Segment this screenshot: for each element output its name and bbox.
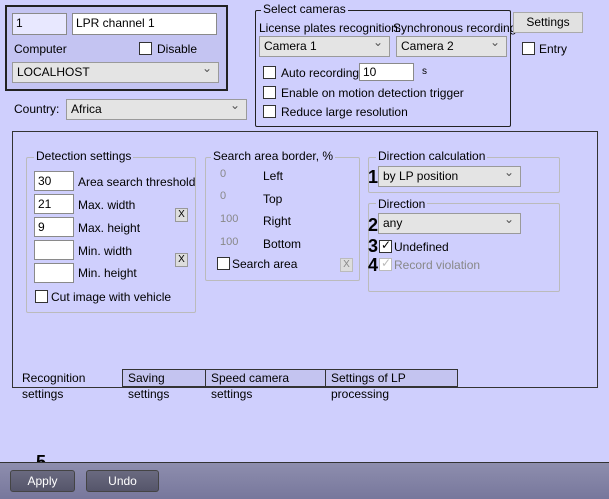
sync-camera-dropdown[interactable]: Camera 2 bbox=[396, 35, 507, 57]
select-cameras-legend: Select cameras bbox=[261, 2, 348, 16]
undo-button[interactable]: Undo bbox=[86, 470, 159, 492]
right-label: Right bbox=[263, 214, 292, 228]
min-width-input[interactable] bbox=[34, 240, 74, 260]
search-area-checkbox[interactable] bbox=[217, 257, 230, 270]
motion-trigger-checkbox[interactable] bbox=[263, 86, 276, 99]
record-violation-label: Record violation bbox=[394, 258, 481, 272]
max-width-input[interactable]: 21 bbox=[34, 194, 74, 214]
marker-2: 2 bbox=[368, 215, 379, 235]
left-value: 0 bbox=[220, 168, 227, 180]
max-width-label: Max. width bbox=[78, 198, 136, 212]
auto-recording-checkbox[interactable] bbox=[263, 66, 276, 79]
computer-label: Computer bbox=[14, 42, 67, 56]
area-threshold-label: Area search threshold bbox=[78, 175, 196, 189]
lpr-camera-dropdown[interactable]: Camera 1 bbox=[259, 35, 390, 57]
tab-lp-processing-settings[interactable]: Settings of LP processing bbox=[325, 369, 458, 401]
top-value: 0 bbox=[220, 190, 227, 202]
direction-calc-title: Direction calculation bbox=[376, 149, 488, 163]
direction-title: Direction bbox=[376, 197, 428, 211]
channel-name-input[interactable]: LPR channel 1 bbox=[72, 13, 217, 35]
auto-recording-label: Auto recording bbox=[281, 66, 360, 80]
bottom-value: 100 bbox=[220, 236, 239, 248]
marker-1: 1 bbox=[368, 167, 379, 187]
undefined-label: Undefined bbox=[394, 240, 449, 254]
tab-speed-camera-settings[interactable]: Speed camera settings bbox=[205, 369, 326, 401]
disable-label: Disable bbox=[157, 42, 198, 56]
clear-max-size-button[interactable]: X bbox=[175, 208, 188, 222]
tab-saving-settings[interactable]: Saving settings bbox=[122, 369, 206, 401]
right-value: 100 bbox=[220, 213, 239, 225]
area-threshold-input[interactable]: 30 bbox=[34, 171, 74, 191]
tab-recognition-settings[interactable]: Recognition settings bbox=[17, 369, 122, 401]
auto-recording-input[interactable]: 10 bbox=[359, 63, 414, 81]
left-label: Left bbox=[263, 169, 284, 183]
cut-image-checkbox[interactable] bbox=[35, 290, 48, 303]
direction-dropdown[interactable]: any bbox=[378, 212, 521, 234]
min-height-label: Min. height bbox=[78, 266, 137, 280]
country-label: Country: bbox=[14, 102, 60, 116]
lpr-label: License plates recognition: bbox=[259, 21, 402, 35]
marker-3: 3 bbox=[368, 236, 379, 256]
reduce-resolution-checkbox[interactable] bbox=[263, 105, 276, 118]
computer-dropdown[interactable]: LOCALHOST bbox=[12, 61, 219, 83]
bottom-label: Bottom bbox=[263, 237, 302, 251]
clear-search-area-button[interactable]: X bbox=[340, 258, 353, 272]
min-height-input[interactable] bbox=[34, 263, 74, 283]
channel-id-input[interactable]: 1 bbox=[12, 13, 67, 35]
search-area-title: Search area border, % bbox=[211, 149, 336, 163]
max-height-input[interactable]: 9 bbox=[34, 217, 74, 237]
max-height-label: Max. height bbox=[78, 221, 141, 235]
disable-checkbox[interactable] bbox=[139, 42, 152, 55]
record-violation-checkbox[interactable] bbox=[379, 256, 392, 271]
undefined-checkbox[interactable] bbox=[379, 238, 392, 253]
entry-checkbox[interactable] bbox=[522, 42, 535, 55]
reduce-resolution-label: Reduce large resolution bbox=[281, 105, 408, 119]
cut-image-label: Cut image with vehicle bbox=[51, 290, 172, 304]
seconds-label: s bbox=[422, 66, 427, 77]
marker-4: 4 bbox=[368, 255, 379, 275]
apply-button[interactable]: Apply bbox=[10, 470, 75, 492]
country-dropdown[interactable]: Africa bbox=[66, 98, 247, 120]
min-width-label: Min. width bbox=[78, 244, 133, 258]
direction-calc-dropdown[interactable]: by LP position bbox=[378, 165, 521, 187]
detection-settings-title: Detection settings bbox=[34, 149, 134, 163]
motion-trigger-label: Enable on motion detection trigger bbox=[281, 86, 464, 100]
clear-min-size-button[interactable]: X bbox=[175, 253, 188, 267]
top-label: Top bbox=[263, 192, 283, 206]
sync-label: Synchronous recording: bbox=[393, 21, 520, 35]
search-area-label: Search area bbox=[232, 257, 298, 271]
entry-label: Entry bbox=[539, 42, 568, 56]
settings-button[interactable]: Settings bbox=[513, 12, 583, 33]
